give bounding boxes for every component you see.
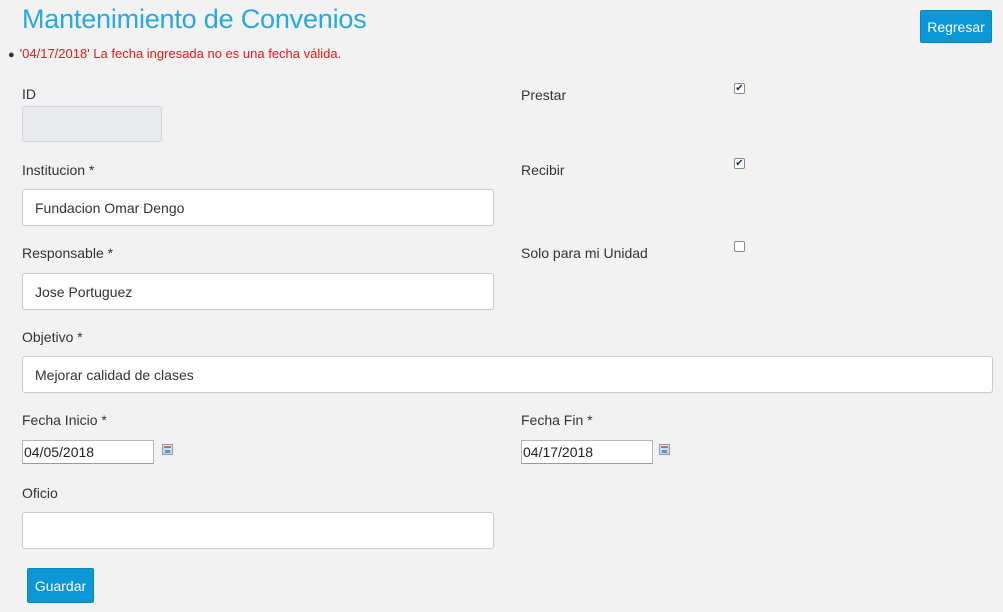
fecha-fin-field[interactable]: 04/17/2018 — [521, 440, 653, 464]
checkmark-icon: ✔ — [735, 82, 744, 94]
objetivo-field[interactable]: Mejorar calidad de clases — [22, 356, 993, 393]
error-message: '04/17/2018' La fecha ingresada no es un… — [19, 46, 342, 61]
calendar-icon[interactable] — [162, 444, 173, 455]
page-title: Mantenimiento de Convenios — [22, 4, 367, 34]
recibir-label: Recibir — [521, 162, 565, 178]
solo-unidad-label: Solo para mi Unidad — [521, 245, 648, 261]
responsable-field[interactable]: Jose Portuguez — [22, 273, 494, 310]
objetivo-label: Objetivo * — [22, 329, 83, 345]
institucion-label: Institucion * — [22, 162, 95, 178]
back-button[interactable]: Regresar — [920, 10, 992, 43]
bullet-icon: ● — [8, 49, 15, 61]
fecha-inicio-field[interactable]: 04/05/2018 — [22, 440, 154, 464]
recibir-checkbox[interactable]: ✔ — [734, 158, 745, 169]
prestar-label: Prestar — [521, 87, 567, 103]
prestar-checkbox[interactable]: ✔ — [734, 83, 745, 94]
id-field — [22, 106, 162, 142]
id-label: ID — [22, 86, 36, 102]
oficio-label: Oficio — [22, 485, 58, 501]
calendar-icon[interactable] — [659, 444, 670, 455]
fecha-inicio-label: Fecha Inicio * — [22, 412, 107, 428]
save-button[interactable]: Guardar — [27, 568, 94, 603]
fecha-fin-label: Fecha Fin * — [521, 412, 593, 428]
validation-error: ● '04/17/2018' La fecha ingresada no es u… — [8, 46, 341, 61]
checkmark-icon: ✔ — [735, 157, 744, 169]
solo-unidad-checkbox[interactable] — [734, 241, 745, 252]
responsable-label: Responsable * — [22, 245, 114, 261]
institucion-field[interactable]: Fundacion Omar Dengo — [22, 189, 494, 226]
oficio-field[interactable] — [22, 512, 494, 549]
